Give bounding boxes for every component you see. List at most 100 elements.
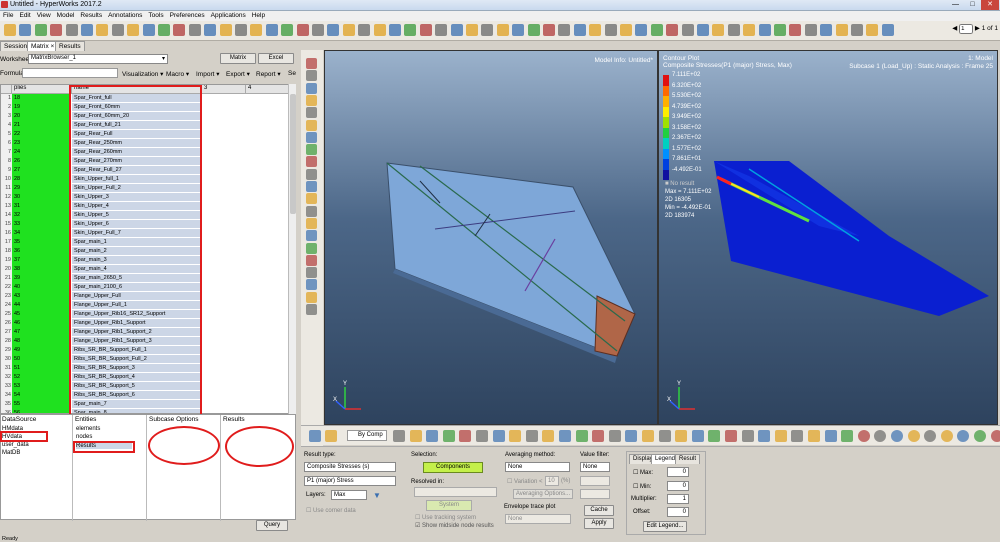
value-filter-min[interactable] <box>580 476 610 486</box>
tab-results[interactable]: Results <box>55 41 85 51</box>
bottom-tool-icon[interactable] <box>542 430 555 442</box>
toolbar-tool-icon[interactable] <box>466 24 478 36</box>
toolbar-tool-icon[interactable] <box>158 24 170 36</box>
bottom-tool-icon[interactable] <box>741 430 754 442</box>
min-checkbox[interactable]: ☐ Min: <box>633 483 651 490</box>
bottom-tool-icon[interactable] <box>592 430 605 442</box>
bottom-tool-icon[interactable] <box>675 430 688 442</box>
toolbar-tool-icon[interactable] <box>666 24 679 36</box>
toolbar-tool-icon[interactable] <box>50 24 63 36</box>
multiplier-input[interactable]: 1 <box>667 494 689 504</box>
ply-cell[interactable]: 28 <box>12 175 70 184</box>
toolbar-tool-icon[interactable] <box>681 24 694 36</box>
vertical-tool-icon[interactable] <box>306 254 317 266</box>
macro-menu[interactable]: Macro ▾ <box>166 70 189 78</box>
toolbar-tool-icon[interactable] <box>111 24 124 36</box>
max-checkbox[interactable]: ☐ Max: <box>633 469 653 476</box>
toolbar-tool-icon[interactable] <box>727 24 740 36</box>
bottom-tool-icon[interactable] <box>957 430 970 442</box>
toolbar-tool-icon[interactable] <box>373 24 386 36</box>
toolbar-tool-icon[interactable] <box>697 24 709 36</box>
ply-cell[interactable]: 39 <box>12 274 70 283</box>
offset-input[interactable]: 0 <box>667 507 689 517</box>
toolbar-tool-icon[interactable] <box>481 24 494 36</box>
bottom-tool-icon[interactable] <box>642 430 654 442</box>
wing-model[interactable] <box>325 51 659 426</box>
vertical-tool-icon[interactable] <box>306 181 317 192</box>
bottom-tool-icon[interactable] <box>857 430 870 442</box>
toolbar-tool-icon[interactable] <box>774 24 786 36</box>
toolbar-tool-icon[interactable] <box>589 24 602 36</box>
menu-model[interactable]: Model <box>54 11 78 20</box>
toolbar-tool-icon[interactable] <box>312 24 324 36</box>
bottom-tool-icon[interactable] <box>492 430 505 442</box>
result-type-select[interactable]: Composite Stresses (s) <box>304 462 396 472</box>
ply-cell[interactable]: 35 <box>12 238 70 247</box>
bottom-tool-icon[interactable] <box>708 430 721 442</box>
page-input[interactable] <box>959 24 974 34</box>
bottom-tool-icon[interactable] <box>758 430 771 442</box>
entity-elements[interactable]: elements <box>76 426 100 432</box>
report-menu[interactable]: Report ▾ <box>256 70 281 78</box>
bottom-tool-icon[interactable] <box>907 430 920 442</box>
bottom-tool-icon[interactable] <box>841 430 854 442</box>
datasource-user-data[interactable]: user_data <box>2 442 29 448</box>
model-viewport[interactable]: Model Info: Untitled* Y X <box>324 50 658 425</box>
vertical-tool-icon[interactable] <box>306 205 317 217</box>
toolbar-tool-icon[interactable] <box>389 24 401 36</box>
vertical-tool-icon[interactable] <box>306 82 317 94</box>
bottom-tool-icon[interactable] <box>824 430 837 442</box>
matrix-button[interactable]: Matrix <box>220 53 256 64</box>
toolbar-tool-icon[interactable] <box>789 24 802 36</box>
filter-icon[interactable]: ▼ <box>373 491 381 500</box>
result-component-select[interactable]: P1 (major) Stress <box>304 476 396 486</box>
bottom-tool-icon[interactable] <box>442 430 455 442</box>
subtab-result[interactable]: Result <box>675 454 701 464</box>
menu-applications[interactable]: Applications <box>208 11 249 20</box>
menu-results[interactable]: Results <box>77 11 105 20</box>
vertical-tool-icon[interactable] <box>306 156 317 168</box>
ply-cell[interactable]: 34 <box>12 229 70 238</box>
datasource-matdb[interactable]: MatDB <box>2 450 20 456</box>
max-input[interactable]: 0 <box>667 467 689 477</box>
min-input[interactable]: 0 <box>667 481 689 491</box>
vertical-tool-icon[interactable] <box>306 58 317 69</box>
vertical-tool-icon[interactable] <box>306 267 317 279</box>
bottom-tool-icon[interactable] <box>990 430 1000 442</box>
toolbar-tool-icon[interactable] <box>358 24 371 36</box>
bottom-tool-icon[interactable] <box>940 430 953 442</box>
variation-checkbox[interactable]: ☐ Variation < <box>507 478 542 485</box>
toolbar-tool-icon[interactable] <box>527 24 540 36</box>
bottom-tool-icon[interactable] <box>891 430 903 442</box>
excel-button[interactable]: Excel <box>258 53 294 64</box>
ply-cell[interactable]: 31 <box>12 202 70 211</box>
toolbar-tool-icon[interactable] <box>296 24 309 36</box>
worksheet-select[interactable]: MatrixBrowser_1 ▾ <box>28 54 168 64</box>
ply-cell[interactable]: 27 <box>12 166 70 175</box>
ply-cell[interactable]: 54 <box>12 391 70 400</box>
vertical-tool-icon[interactable] <box>306 94 317 106</box>
vertical-tool-icon[interactable] <box>306 304 317 315</box>
ply-cell[interactable]: 50 <box>12 355 70 364</box>
menu-edit[interactable]: Edit <box>16 11 33 20</box>
vertical-tool-icon[interactable] <box>306 119 317 131</box>
ply-cell[interactable]: 52 <box>12 373 70 382</box>
ply-cell[interactable]: 49 <box>12 346 70 355</box>
ply-cell[interactable]: 33 <box>12 220 70 229</box>
query-button[interactable]: Query <box>256 520 288 531</box>
contour-wing[interactable] <box>659 51 999 426</box>
tab-matrix[interactable]: Matrix × <box>27 41 59 51</box>
toolbar-tool-icon[interactable] <box>758 24 771 36</box>
toolbar-tool-icon[interactable] <box>19 24 32 36</box>
ply-cell[interactable]: 51 <box>12 364 70 373</box>
toolbar-tool-icon[interactable] <box>265 24 278 36</box>
toolbar-tool-icon[interactable] <box>127 24 140 36</box>
resolved-select[interactable] <box>414 487 497 497</box>
bottom-tool-icon[interactable] <box>808 430 820 442</box>
components-button[interactable]: Components <box>423 462 483 473</box>
toolbar-tool-icon[interactable] <box>435 24 448 36</box>
vertical-tool-icon[interactable] <box>306 144 317 156</box>
toolbar-tool-icon[interactable] <box>743 24 756 36</box>
vertical-tool-icon[interactable] <box>306 217 317 229</box>
cache-button[interactable]: Cache <box>584 505 614 516</box>
